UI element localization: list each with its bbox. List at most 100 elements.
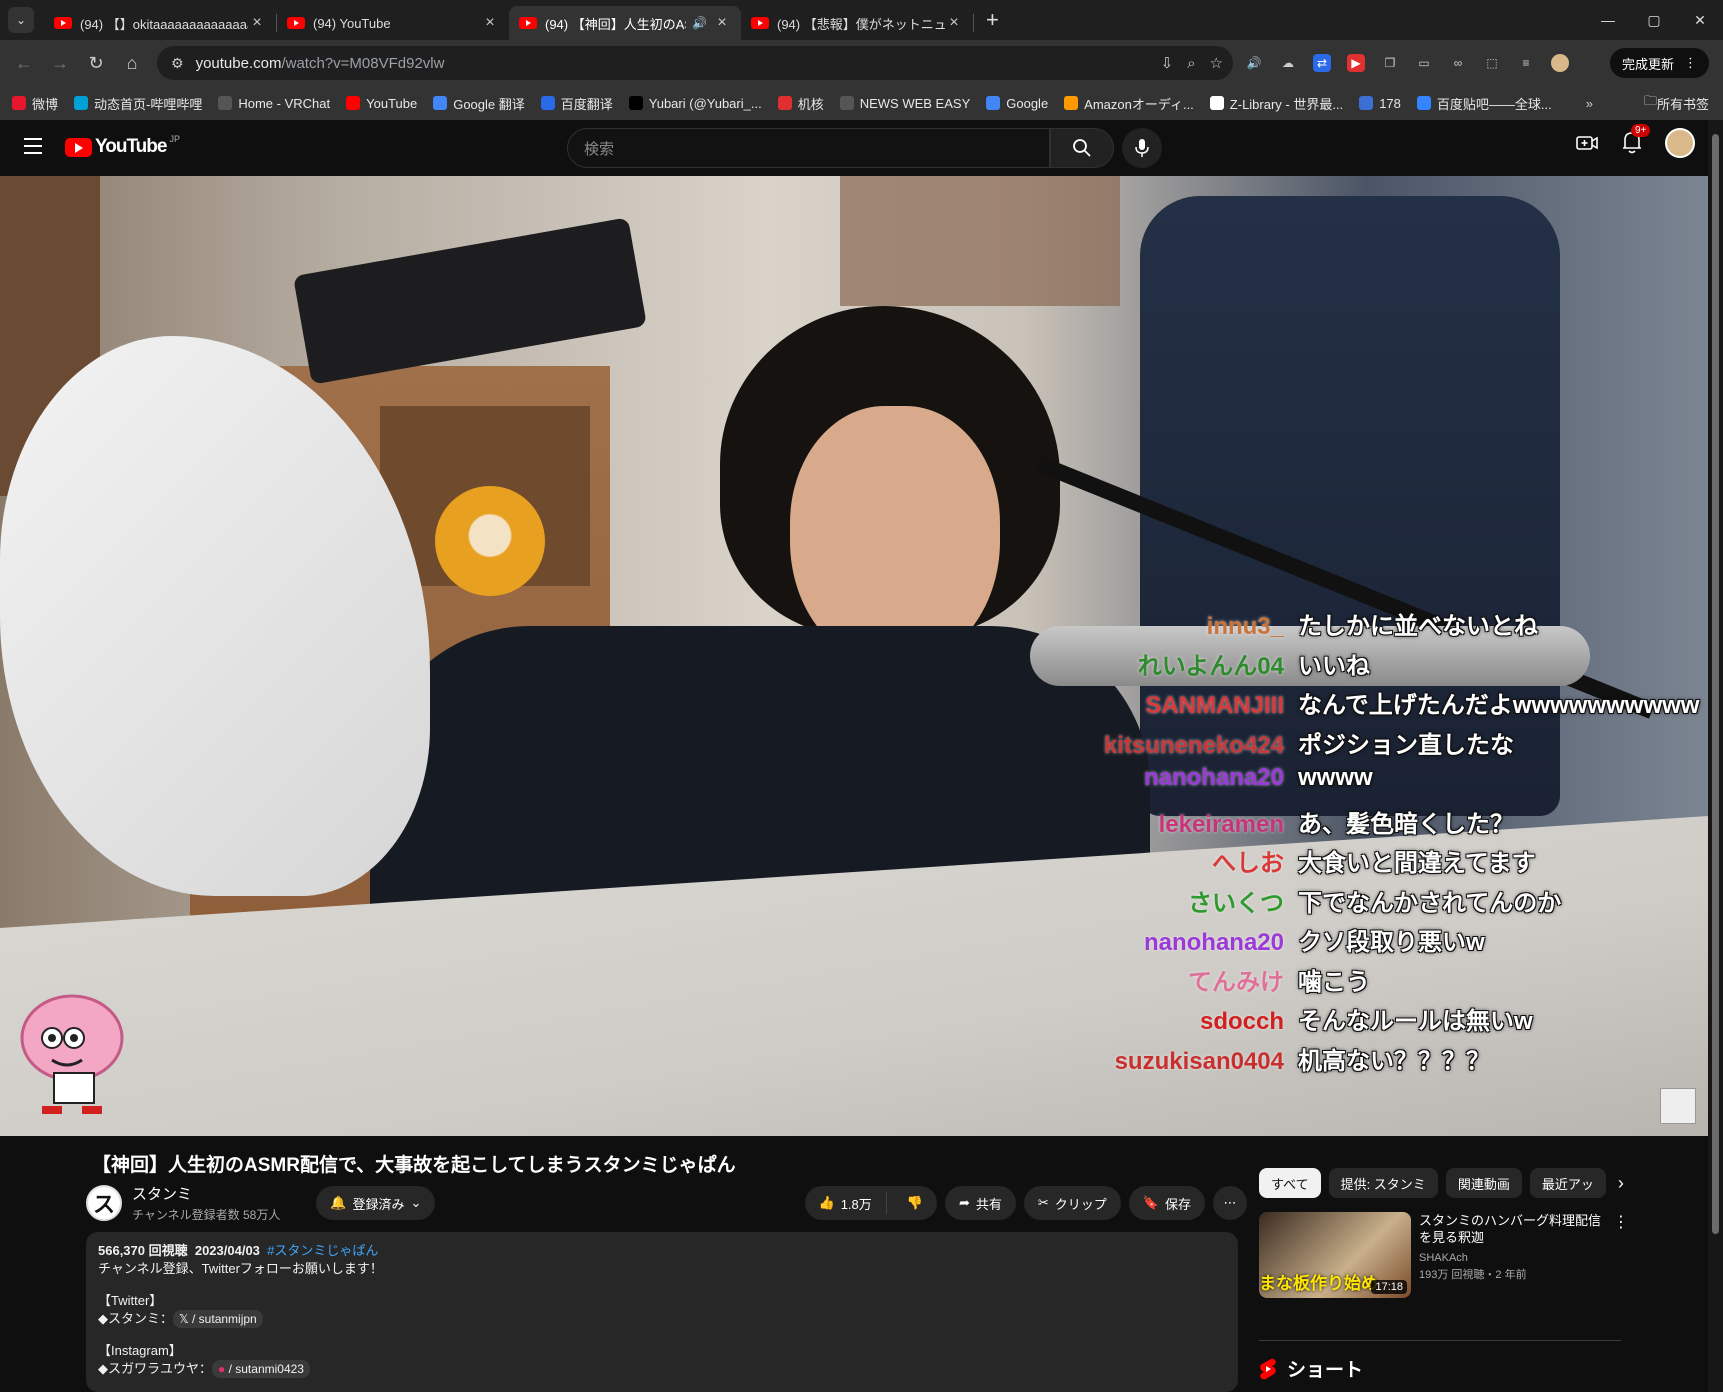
channel-avatar[interactable]: ス: [86, 1185, 122, 1221]
channel-name[interactable]: スタンミ: [132, 1183, 280, 1204]
forward-icon[interactable]: →: [42, 53, 78, 74]
chat-extension-icon[interactable]: ▭: [1415, 54, 1433, 72]
camera-rig: [293, 217, 647, 385]
bookmark-item[interactable]: 百度贴吧——全球...: [1416, 94, 1552, 113]
related-video-thumbnail[interactable]: まな板作り始め 17:18: [1259, 1212, 1411, 1298]
media-control-icon[interactable]: ≡: [1517, 54, 1535, 72]
profile-avatar-icon[interactable]: [1551, 54, 1569, 72]
chip-recent[interactable]: 最近アッ: [1529, 1168, 1606, 1198]
maximize-icon[interactable]: ▢: [1631, 0, 1677, 40]
copy-extension-icon[interactable]: ❐: [1381, 54, 1399, 72]
bookmark-item[interactable]: YouTube: [346, 96, 417, 111]
tab-close-icon[interactable]: ×: [713, 14, 731, 32]
related-video-channel[interactable]: SHAKAch: [1419, 1252, 1609, 1264]
zoom-icon[interactable]: ⌕: [1187, 55, 1195, 72]
instagram-link[interactable]: ● / sutanmi0423: [212, 1360, 310, 1378]
browser-tab-3-active[interactable]: (94) 【神回】人生初のASM 🔊 ×: [509, 6, 741, 40]
save-button[interactable]: 🔖 保存: [1128, 1186, 1205, 1220]
close-window-icon[interactable]: ✕: [1677, 0, 1723, 40]
bookmark-star-icon[interactable]: ☆: [1210, 54, 1223, 72]
youtube-play-icon: [65, 137, 92, 157]
chip-from-channel[interactable]: 提供: スタンミ: [1328, 1168, 1438, 1198]
bookmark-item[interactable]: 微博: [12, 94, 58, 113]
bookmark-favicon-icon: [839, 96, 854, 110]
bookmark-item[interactable]: NEWS WEB EASY: [839, 96, 970, 111]
search-input[interactable]: 検索: [567, 128, 1050, 168]
youtube-masthead: YouTube JP 検索 9+: [0, 120, 1723, 176]
related-video-item[interactable]: まな板作り始め 17:18 スタンミのハンバーグ料理配信を見る釈迦 SHAKAc…: [1259, 1212, 1699, 1298]
more-actions-button[interactable]: ⋯: [1213, 1186, 1247, 1220]
browser-update-button[interactable]: 完成更新 ⋮: [1609, 48, 1709, 78]
notifications-button[interactable]: 9+: [1621, 123, 1651, 157]
x-logo-icon: 𝕏: [179, 1312, 193, 1326]
bookmarks-overflow-icon[interactable]: »: [1586, 86, 1593, 120]
glasses-extension-icon[interactable]: ∞: [1449, 54, 1467, 72]
minimize-icon[interactable]: —: [1585, 0, 1631, 40]
bookmark-item[interactable]: 机核: [777, 94, 824, 113]
scrollbar-thumb[interactable]: [1712, 134, 1719, 1234]
bookmark-label: Z-Library - 世界最...: [1229, 96, 1344, 112]
audio-extension-icon[interactable]: 🔊: [1245, 54, 1263, 72]
bookmark-item[interactable]: Z-Library - 世界最...: [1209, 94, 1344, 113]
tab-close-icon[interactable]: ×: [481, 14, 499, 32]
browser-tab-1[interactable]: (94) 【】okitaaaaaaaaaaaaaaa ×: [44, 6, 276, 40]
bookmark-item[interactable]: Google 翻译: [433, 94, 525, 113]
bookmark-item[interactable]: Amazonオーディ...: [1064, 94, 1194, 113]
chat-username: さいくつ: [1188, 889, 1284, 917]
new-tab-icon[interactable]: +: [986, 7, 999, 33]
bookmark-label: Google: [1006, 95, 1049, 111]
bookmark-item[interactable]: 动态首页-哔哩哔哩: [74, 94, 202, 113]
bookmark-item[interactable]: Home - VRChat: [218, 96, 330, 111]
chip-related[interactable]: 関連動画: [1445, 1168, 1522, 1198]
back-icon[interactable]: ←: [6, 53, 42, 74]
all-bookmarks-folder[interactable]: 🗀 所有书签: [1644, 86, 1709, 120]
clip-button[interactable]: ✂ クリップ: [1023, 1186, 1121, 1220]
related-video-title[interactable]: スタンミのハンバーグ料理配信を見る釈迦: [1419, 1212, 1609, 1246]
bookmark-favicon-icon: [986, 96, 1001, 110]
more-vertical-icon[interactable]: ⋮: [1613, 1212, 1629, 1298]
page-scrollbar[interactable]: [1708, 120, 1723, 1392]
chip-all[interactable]: すべて: [1259, 1168, 1321, 1198]
youtube-logo[interactable]: YouTube JP: [65, 134, 180, 158]
install-app-icon[interactable]: ⇩: [1161, 54, 1174, 72]
related-video-meta: 193万 回視聴・2 年前: [1419, 1269, 1527, 1281]
bookmark-item[interactable]: 178: [1359, 96, 1401, 111]
like-button[interactable]: 👍 1.8万: [805, 1192, 887, 1214]
cloud-extension-icon[interactable]: ☁: [1279, 54, 1297, 72]
tab-close-icon[interactable]: ×: [248, 14, 266, 32]
home-icon[interactable]: ⌂: [114, 53, 150, 74]
chevron-right-icon[interactable]: ›: [1618, 1173, 1624, 1194]
browser-tab-2[interactable]: (94) YouTube ×: [277, 6, 509, 40]
create-video-icon[interactable]: [1575, 131, 1599, 155]
tab-search-button[interactable]: ⌄: [8, 7, 34, 33]
like-count: 1.8万: [840, 1196, 872, 1212]
twitter-link[interactable]: 𝕏 / sutanmijpn: [173, 1310, 263, 1328]
chat-message: てんみけ 噛こう: [1068, 962, 1708, 1002]
subscribed-button[interactable]: 🔔 登録済み ⌄: [316, 1186, 436, 1220]
search-button[interactable]: [1050, 128, 1114, 168]
guide-menu-icon[interactable]: [24, 138, 42, 159]
url-path: /watch?v=M08VFd92vlw: [281, 54, 445, 72]
dislike-button[interactable]: 👎: [893, 1195, 937, 1211]
puzzle-extensions-icon[interactable]: ⬚: [1483, 54, 1501, 72]
tab-close-icon[interactable]: ×: [945, 14, 963, 32]
bookmark-item[interactable]: Yubari (@Yubari_...: [628, 96, 762, 111]
chat-text: たしかに並べないとね: [1298, 613, 1538, 640]
brain-mascot-icon: [20, 994, 124, 1114]
account-avatar[interactable]: [1665, 128, 1695, 158]
hashtag-link[interactable]: #スタンミじゃぱん: [267, 1243, 378, 1258]
address-bar[interactable]: ⚙ youtube.com/watch?v=M08VFd92vlw ⇩ ⌕ ☆: [157, 46, 1233, 80]
tab-audio-icon[interactable]: 🔊: [692, 16, 707, 30]
browser-tab-4[interactable]: (94) 【悲報】僕がネットニュー ×: [741, 6, 973, 40]
bookmark-item[interactable]: 百度翻译: [540, 94, 613, 113]
bookmark-item[interactable]: Google: [986, 96, 1048, 111]
description-box[interactable]: 566,370 回視聴 2023/04/03 #スタンミじゃぱん チャンネル登録…: [86, 1232, 1238, 1392]
share-button[interactable]: ➦ 共有: [944, 1186, 1016, 1220]
site-info-icon[interactable]: ⚙: [171, 55, 184, 72]
chat-username: れいよんん04: [1137, 652, 1284, 680]
voice-search-button[interactable]: [1122, 128, 1162, 168]
reload-icon[interactable]: ↻: [78, 53, 114, 74]
video-player[interactable]: innu3_ たしかに並べないとね れいよんん04 いいね SANMANJIII なんで上…: [0, 176, 1708, 1136]
video-extension-icon[interactable]: ▶: [1347, 54, 1365, 72]
translate-extension-icon[interactable]: ⇄: [1313, 54, 1331, 72]
